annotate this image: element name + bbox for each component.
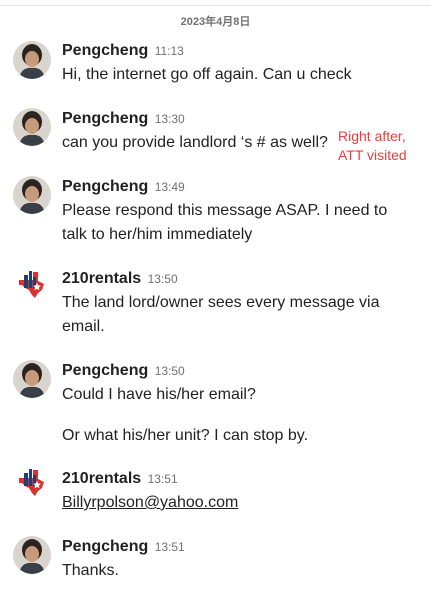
sender-name[interactable]: Pengcheng bbox=[62, 362, 148, 379]
message-text: Hi, the internet go off again. Can u che… bbox=[62, 66, 352, 83]
sender-name[interactable]: Pengcheng bbox=[62, 538, 148, 555]
user-avatar[interactable] bbox=[13, 41, 51, 79]
message-text: talk to her/him immediately bbox=[62, 226, 253, 243]
user-avatar[interactable] bbox=[13, 536, 51, 574]
message-time: 13:30 bbox=[154, 112, 185, 126]
message-text: can you provide landlord ‘s # as well? bbox=[62, 134, 328, 151]
sender-name[interactable]: 210rentals bbox=[62, 470, 141, 487]
date-header: 2023年4月8日 bbox=[180, 16, 251, 28]
handwritten-annotation: Right after, ATT visited bbox=[338, 127, 407, 165]
message-text: email. bbox=[62, 318, 105, 335]
host-logo[interactable] bbox=[13, 464, 51, 502]
message-time: 13:51 bbox=[147, 472, 178, 486]
user-avatar[interactable] bbox=[13, 108, 51, 146]
user-avatar[interactable] bbox=[13, 176, 51, 214]
sender-name[interactable]: 210rentals bbox=[62, 270, 141, 287]
sender-name[interactable]: Pengcheng bbox=[62, 42, 148, 59]
host-logo[interactable] bbox=[13, 266, 51, 304]
message-text: Or what his/her unit? I can stop by. bbox=[62, 427, 309, 444]
message-time: 11:13 bbox=[154, 44, 184, 58]
message-text: Could I have his/her email? bbox=[62, 386, 256, 403]
message-text: The land lord/owner sees every message v… bbox=[62, 294, 380, 311]
message-time: 13:51 bbox=[154, 540, 185, 554]
message-text: Please respond this message ASAP. I need… bbox=[62, 202, 388, 219]
top-divider bbox=[0, 5, 431, 6]
annotation-line: Right after, bbox=[338, 128, 406, 144]
message-time: 13:49 bbox=[154, 180, 185, 194]
sender-name[interactable]: Pengcheng bbox=[62, 178, 148, 195]
sender-name[interactable]: Pengcheng bbox=[62, 110, 148, 127]
user-avatar[interactable] bbox=[13, 360, 51, 398]
message-time: 13:50 bbox=[154, 364, 185, 378]
annotation-line: ATT visited bbox=[338, 147, 407, 163]
message-time: 13:50 bbox=[147, 272, 178, 286]
message-text: Thanks. bbox=[62, 562, 119, 579]
email-link[interactable]: Billyrpolson@yahoo.com bbox=[62, 494, 238, 512]
